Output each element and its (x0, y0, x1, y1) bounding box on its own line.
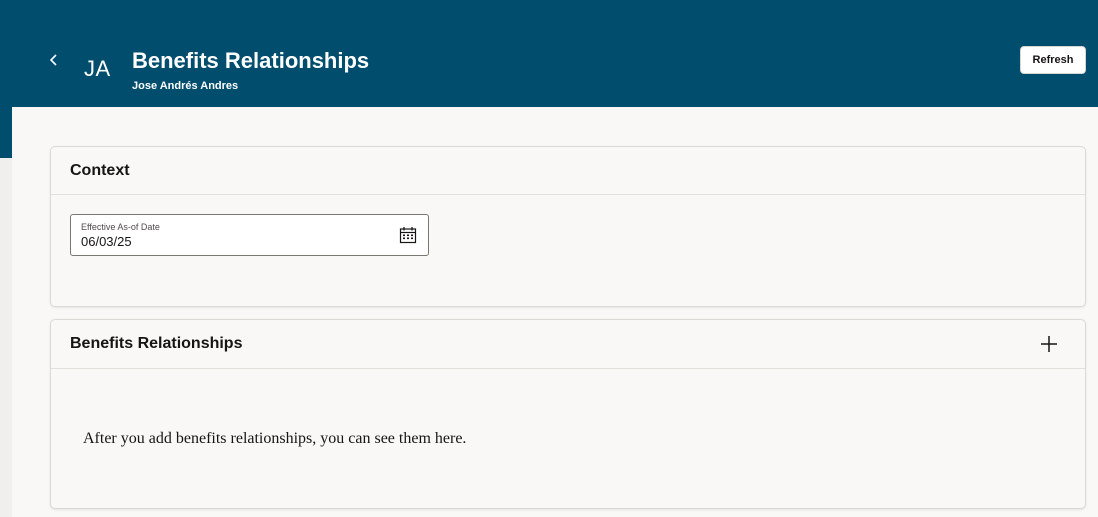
page-header: JA Benefits Relationships Jose Andrés An… (0, 0, 1098, 107)
empty-state-message: After you add benefits relationships, yo… (83, 430, 467, 447)
main-content: Context Effective As-of Date 06/03/25 Be… (12, 107, 1098, 517)
add-relationship-button[interactable] (1037, 332, 1061, 356)
benefits-relationships-card-header: Benefits Relationships (51, 320, 1085, 369)
chevron-left-icon (49, 54, 57, 66)
context-card-title: Context (70, 162, 130, 179)
context-card: Context Effective As-of Date (50, 146, 1086, 307)
avatar: JA (84, 56, 111, 81)
benefits-relationships-card-title: Benefits Relationships (70, 335, 243, 352)
calendar-button[interactable] (397, 224, 419, 246)
context-card-header: Context (51, 147, 1085, 195)
page-title: Benefits Relationships (132, 48, 370, 73)
effective-date-input[interactable] (81, 234, 381, 250)
back-button[interactable] (40, 46, 68, 74)
effective-date-label: Effective As-of Date (81, 222, 160, 232)
person-name: Jose Andrés Andres (132, 80, 239, 92)
refresh-button[interactable]: Refresh (1020, 46, 1086, 74)
effective-date-field[interactable]: Effective As-of Date (70, 214, 429, 256)
plus-icon (1041, 336, 1057, 352)
calendar-icon (399, 227, 417, 244)
header-band-decoration (0, 107, 12, 158)
benefits-relationships-card: Benefits Relationships After you add ben… (50, 319, 1086, 509)
